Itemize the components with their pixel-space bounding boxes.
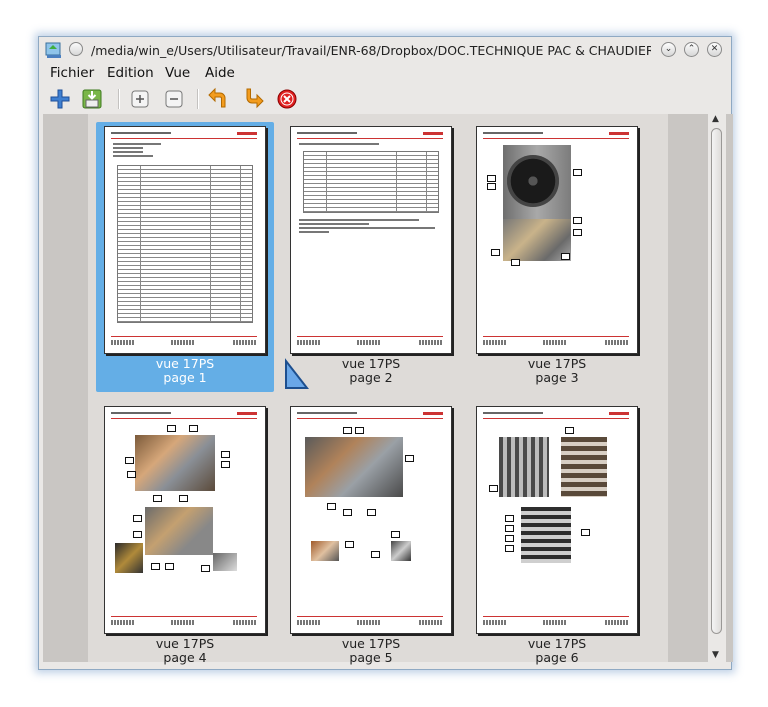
page-label: vue 17PS — [527, 356, 587, 371]
menu-vue[interactable]: Vue — [165, 65, 190, 81]
zoom-in-icon[interactable] — [128, 87, 152, 111]
window-menu-button[interactable] — [69, 42, 83, 56]
page-thumbnail[interactable]: vue 17PS page 5 — [282, 402, 460, 672]
zoom-out-icon[interactable] — [162, 87, 186, 111]
chevron-down-icon: ⌄ — [664, 44, 673, 54]
minimize-button[interactable]: ⌄ — [661, 42, 676, 57]
title-bar[interactable]: /media/win_e/Users/Utilisateur/Travail/E… — [39, 37, 731, 63]
page-label: vue 17PS — [155, 636, 215, 651]
page-number: page 6 — [535, 650, 579, 665]
scroll-up-icon[interactable]: ▲ — [712, 114, 719, 124]
page-thumbnail[interactable]: vue 17PS page 4 — [96, 402, 274, 672]
maximize-button[interactable]: ⌃ — [684, 42, 699, 57]
menu-aide[interactable]: Aide — [205, 65, 235, 81]
pages-view[interactable]: vue 17PS page 1 vue 17PS page 2 vue 17PS… — [43, 114, 733, 665]
pages-grid: vue 17PS page 1 vue 17PS page 2 vue 17PS… — [88, 114, 668, 665]
drag-cursor-icon — [285, 358, 309, 389]
add-file-icon[interactable] — [48, 87, 72, 111]
delete-icon[interactable] — [275, 87, 299, 111]
vertical-scrollbar[interactable]: ▲ ▼ — [708, 114, 726, 662]
page-preview — [104, 126, 266, 354]
page-preview — [290, 406, 452, 634]
page-preview — [476, 126, 638, 354]
page-label: vue 17PS — [155, 356, 215, 371]
toolbar — [39, 85, 731, 113]
menu-fichier[interactable]: Fichier — [50, 65, 94, 81]
rotate-left-icon[interactable] — [207, 87, 231, 111]
page-thumbnail[interactable]: vue 17PS page 3 — [468, 122, 646, 392]
page-thumbnail[interactable]: vue 17PS page 1 — [96, 122, 274, 392]
page-number: page 5 — [349, 650, 393, 665]
chevron-up-icon: ⌃ — [687, 44, 696, 54]
scroll-down-icon[interactable]: ▼ — [712, 650, 719, 660]
scrollbar-thumb[interactable] — [711, 128, 722, 634]
window-title: /media/win_e/Users/Utilisateur/Travail/E… — [91, 43, 651, 58]
close-button[interactable]: ✕ — [707, 42, 722, 57]
close-icon: ✕ — [710, 44, 719, 54]
page-label: vue 17PS — [527, 636, 587, 651]
page-thumbnail[interactable]: vue 17PS page 2 — [282, 122, 460, 392]
page-number: page 3 — [535, 370, 579, 385]
page-thumbnail[interactable]: vue 17PS page 6 — [468, 402, 646, 672]
rotate-right-icon[interactable] — [241, 87, 265, 111]
toolbar-separator — [197, 89, 199, 109]
export-icon[interactable] — [80, 87, 104, 111]
pdf-shuffler-icon — [45, 42, 61, 58]
page-preview — [290, 126, 452, 354]
page-preview — [476, 406, 638, 634]
page-label: vue 17PS — [341, 636, 401, 651]
page-preview — [104, 406, 266, 634]
page-number: page 4 — [163, 650, 207, 665]
menu-bar: Fichier Edition Vue Aide — [39, 63, 731, 85]
menu-edition[interactable]: Edition — [107, 65, 154, 81]
toolbar-separator — [118, 89, 120, 109]
page-number: page 1 — [163, 370, 207, 385]
